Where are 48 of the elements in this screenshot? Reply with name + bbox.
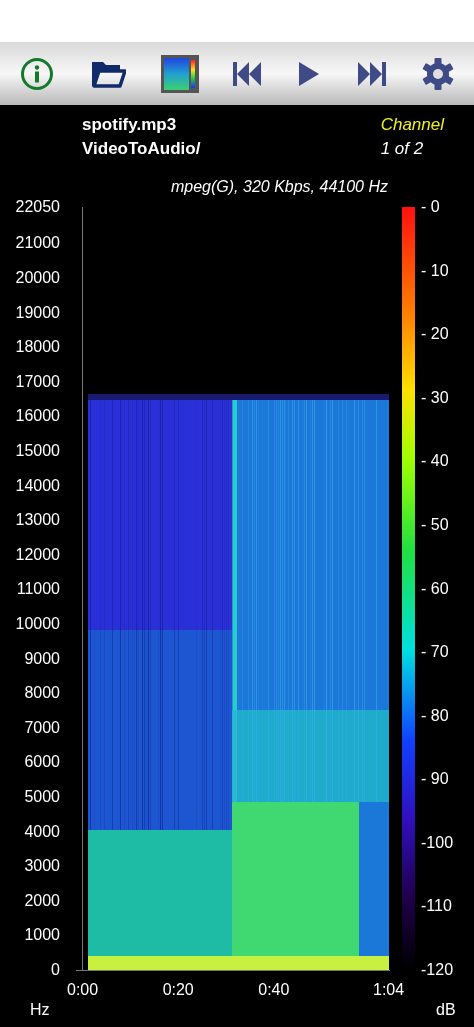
y-axis-label: 14000 [15, 476, 60, 495]
y-axis-label: 12000 [15, 545, 60, 564]
y-axis-label: 3000 [24, 857, 60, 876]
x-axis-label: 0:40 [258, 981, 290, 999]
y-axis-label: 7000 [24, 718, 60, 737]
color-scale-label: - 40 [421, 452, 449, 471]
y-axis-label: 13000 [15, 511, 60, 530]
color-scale-label: - 20 [421, 325, 449, 344]
y-axis-label: 19000 [15, 303, 60, 322]
y-axis-label: 2000 [24, 891, 60, 910]
format-info: mpeg(G), 320 Kbps, 44100 Hz [171, 177, 388, 197]
channel-value: 1 of 2 [380, 138, 425, 160]
color-scale-label: - 10 [421, 261, 449, 280]
y-axis-label: 8000 [24, 684, 60, 703]
y-axis-label: 10000 [15, 614, 60, 633]
y-axis-label: 6000 [24, 753, 60, 772]
color-scale-label: - 80 [421, 706, 449, 725]
file-name: spotify.mp3 [82, 114, 178, 136]
y-axis-label: 5000 [24, 787, 60, 806]
color-scale-label: - 70 [421, 643, 449, 662]
y-axis-label: 1000 [24, 926, 60, 945]
color-scale-label: - 50 [421, 515, 449, 534]
color-scale-label: -120 [421, 961, 454, 979]
y-axis-label: 4000 [24, 822, 60, 841]
y-axis-label: 0 [51, 961, 60, 979]
y-axis-label: 17000 [15, 372, 60, 391]
y-axis-label: 18000 [15, 338, 60, 357]
y-axis-label: 11000 [16, 580, 60, 599]
color-scale-label: - 60 [421, 579, 449, 598]
color-scale-unit: dB [436, 1001, 456, 1019]
color-scale-label: - 0 [421, 198, 440, 216]
y-axis-label: 16000 [15, 407, 60, 426]
spectrogram-icon[interactable] [160, 54, 199, 93]
x-axis-label: 0:20 [162, 981, 194, 999]
channel-label: Channel [380, 114, 444, 136]
y-axis-label: 15000 [15, 441, 60, 460]
color-scale-label: - 90 [421, 770, 449, 789]
color-scale-label: -100 [421, 833, 454, 852]
folder-path: VideoToAudio/ [82, 138, 201, 160]
y-axis-unit: Hz [30, 1001, 50, 1019]
color-scale-label: -110 [421, 897, 452, 916]
color-scale-label: - 30 [421, 388, 449, 407]
x-axis-label: 1:04 [373, 981, 405, 999]
y-axis-label: 21000 [15, 234, 60, 253]
y-axis-label: 9000 [24, 649, 60, 668]
y-axis-label: 20000 [15, 268, 60, 287]
x-axis-label: 0:00 [67, 981, 99, 999]
y-axis-label: 22050 [15, 198, 60, 216]
